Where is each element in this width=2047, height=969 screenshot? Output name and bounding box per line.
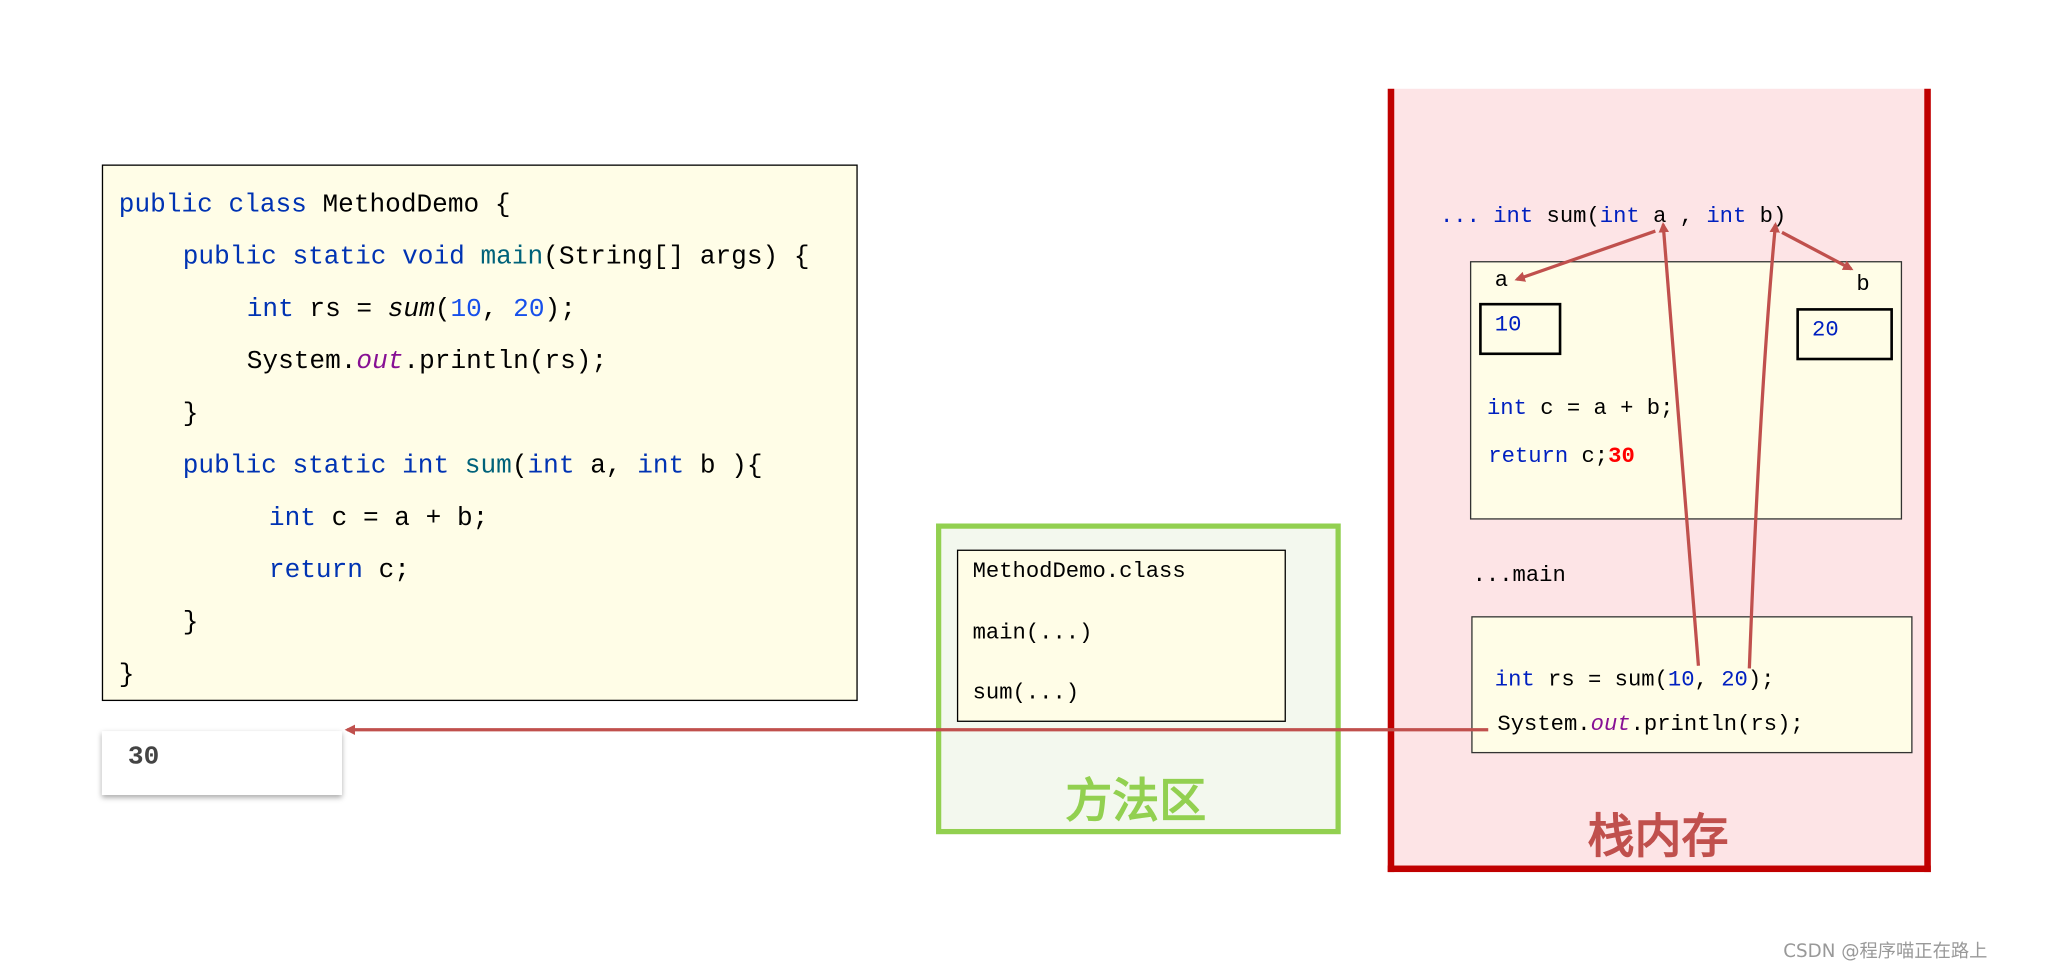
watermark: CSDN @程序喵正在路上	[1783, 941, 1988, 963]
arrow-arg-10	[1658, 221, 1701, 666]
arrow-param-a	[1514, 229, 1656, 282]
arrows-layer	[344, 221, 1854, 735]
diagram-canvas: public class MethodDemo {public static v…	[0, 0, 2047, 969]
arrow-arg-20	[1747, 221, 1780, 669]
arrow-param-b	[1781, 230, 1854, 271]
